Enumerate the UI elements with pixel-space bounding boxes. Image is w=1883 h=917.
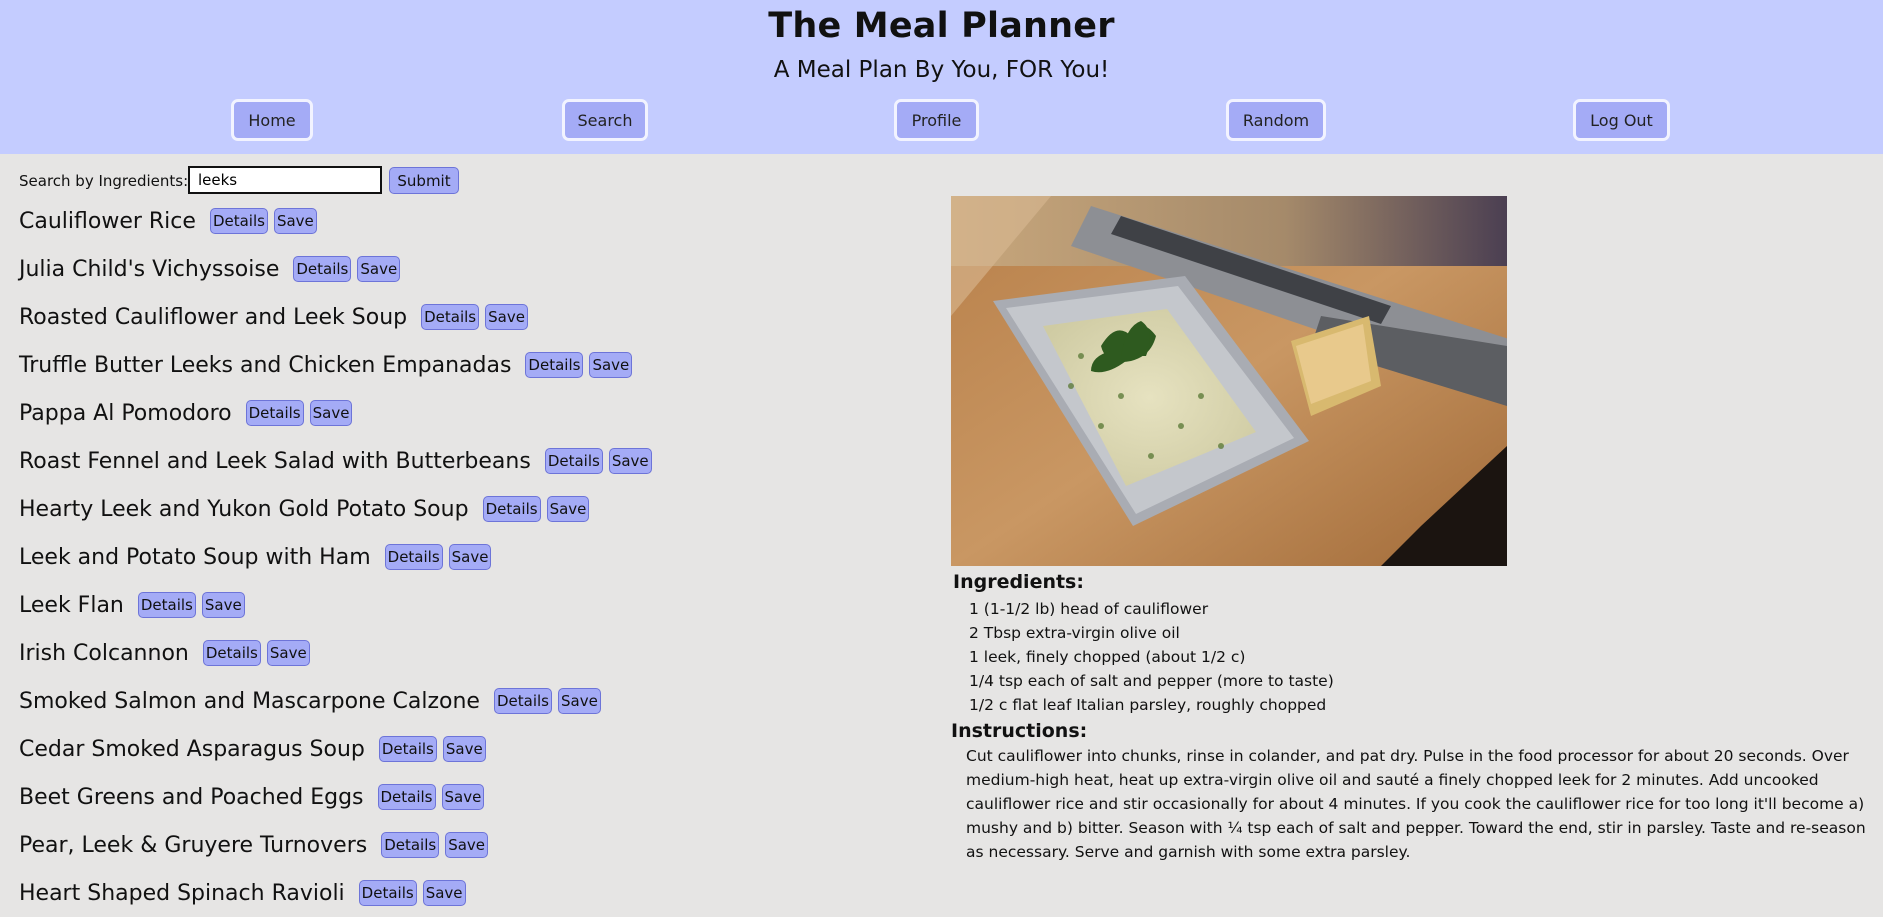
- details-button[interactable]: Details: [202, 640, 261, 666]
- nav-home-button[interactable]: Home: [231, 99, 313, 141]
- site-header: The Meal Planner A Meal Plan By You, FOR…: [0, 0, 1883, 154]
- recipe-name: Irish Colcannon: [19, 640, 189, 666]
- save-button[interactable]: Save: [608, 448, 652, 474]
- save-button[interactable]: Save: [201, 592, 245, 618]
- details-button[interactable]: Details: [245, 400, 304, 426]
- result-row: Irish Colcannon Details Save: [19, 629, 658, 677]
- recipe-name: Heart Shaped Spinach Ravioli: [19, 880, 345, 906]
- recipe-name: Pear, Leek & Gruyere Turnovers: [19, 832, 368, 858]
- nav-random-button[interactable]: Random: [1226, 99, 1326, 141]
- ingredient-item: 1 leek, finely chopped (about 1/2 c): [969, 648, 1246, 666]
- result-row: Pappa Al Pomodoro Details Save: [19, 389, 658, 437]
- instructions-heading: Instructions:: [951, 720, 1088, 742]
- result-row: Julia Child's Vichyssoise Details Save: [19, 245, 658, 293]
- ingredient-item: 2 Tbsp extra-virgin olive oil: [969, 624, 1180, 642]
- details-button[interactable]: Details: [137, 592, 196, 618]
- nav-logout-button[interactable]: Log Out: [1573, 99, 1670, 141]
- save-button[interactable]: Save: [445, 832, 489, 858]
- ingredient-item: 1/2 c flat leaf Italian parsley, roughly…: [969, 696, 1327, 714]
- result-row: Cedar Smoked Asparagus Soup Details Save: [19, 725, 658, 773]
- ingredient-search-input[interactable]: [188, 166, 382, 194]
- save-button[interactable]: Save: [546, 496, 590, 522]
- result-row: Hearty Leek and Yukon Gold Potato Soup De…: [19, 485, 658, 533]
- ingredients-list: 1 (1-1/2 lb) head of cauliflower 2 Tbsp e…: [969, 597, 1334, 717]
- recipe-name: Beet Greens and Poached Eggs: [19, 784, 364, 810]
- save-button[interactable]: Save: [589, 352, 633, 378]
- save-button[interactable]: Save: [422, 880, 466, 906]
- result-row: Pear, Leek & Gruyere Turnovers Details Sav…: [19, 821, 658, 869]
- result-row: Roast Fennel and Leek Salad with Butterb…: [19, 437, 658, 485]
- result-row: Leek Flan Details Save: [19, 581, 658, 629]
- result-row: Heart Shaped Spinach Ravioli Details Save: [19, 869, 658, 917]
- recipe-name: Roast Fennel and Leek Salad with Butterb…: [19, 448, 531, 474]
- recipe-name: Cauliflower Rice: [19, 208, 196, 234]
- nav-profile-button[interactable]: Profile: [894, 99, 979, 141]
- ingredient-item: 1 (1-1/2 lb) head of cauliflower: [969, 600, 1209, 618]
- save-button[interactable]: Save: [266, 640, 310, 666]
- details-button[interactable]: Details: [525, 352, 584, 378]
- nav-search-button[interactable]: Search: [562, 99, 648, 141]
- details-button[interactable]: Details: [421, 304, 480, 330]
- recipe-name: Cedar Smoked Asparagus Soup: [19, 736, 365, 762]
- result-row: Roasted Cauliflower and Leek Soup Details…: [19, 293, 658, 341]
- details-button[interactable]: Details: [482, 496, 541, 522]
- result-row: Truffle Butter Leeks and Chicken Empanad…: [19, 341, 658, 389]
- details-button[interactable]: Details: [381, 832, 440, 858]
- recipe-name: Roasted Cauliflower and Leek Soup: [19, 304, 408, 330]
- recipe-name: Truffle Butter Leeks and Chicken Empanad…: [19, 352, 512, 378]
- details-button[interactable]: Details: [358, 880, 417, 906]
- result-row: Smoked Salmon and Mascarpone Calzone Deta…: [19, 677, 658, 725]
- save-button[interactable]: Save: [309, 400, 353, 426]
- recipe-name: Hearty Leek and Yukon Gold Potato Soup: [19, 496, 469, 522]
- recipe-name: Leek and Potato Soup with Ham: [19, 544, 371, 570]
- details-button[interactable]: Details: [384, 544, 443, 570]
- save-button[interactable]: Save: [448, 544, 492, 570]
- save-button[interactable]: Save: [442, 736, 486, 762]
- recipe-photo: [951, 196, 1507, 566]
- save-button[interactable]: Save: [557, 688, 601, 714]
- search-label: Search by Ingredients:: [19, 172, 189, 190]
- main-content: Search by Ingredients: Submit Cauliflowe…: [0, 154, 1883, 906]
- recipe-name: Smoked Salmon and Mascarpone Calzone: [19, 688, 480, 714]
- site-title: The Meal Planner: [768, 6, 1115, 46]
- result-row: Cauliflower Rice Details Save: [19, 197, 658, 245]
- recipe-name: Leek Flan: [19, 592, 124, 618]
- details-button[interactable]: Details: [378, 736, 437, 762]
- save-button[interactable]: Save: [441, 784, 485, 810]
- save-button[interactable]: Save: [357, 256, 401, 282]
- ingredient-item: 1/4 tsp each of salt and pepper (more to…: [969, 672, 1334, 690]
- details-button[interactable]: Details: [544, 448, 603, 474]
- ingredients-heading: Ingredients:: [953, 571, 1084, 593]
- recipe-name: Julia Child's Vichyssoise: [19, 256, 280, 282]
- details-button[interactable]: Details: [377, 784, 436, 810]
- result-row: Leek and Potato Soup with Ham Details Save: [19, 533, 658, 581]
- save-button[interactable]: Save: [273, 208, 317, 234]
- recipe-name: Pappa Al Pomodoro: [19, 400, 232, 426]
- site-subtitle: A Meal Plan By You, FOR You!: [773, 57, 1110, 83]
- result-row: Beet Greens and Poached Eggs Details Save: [19, 773, 658, 821]
- details-button[interactable]: Details: [209, 208, 268, 234]
- details-button[interactable]: Details: [493, 688, 552, 714]
- instructions-text: Cut cauliflower into chunks, rinse in co…: [966, 747, 1866, 861]
- details-button[interactable]: Details: [293, 256, 352, 282]
- submit-button[interactable]: Submit: [389, 167, 459, 194]
- results-list: Cauliflower Rice Details Save Julia Child's…: [19, 197, 658, 917]
- save-button[interactable]: Save: [485, 304, 528, 330]
